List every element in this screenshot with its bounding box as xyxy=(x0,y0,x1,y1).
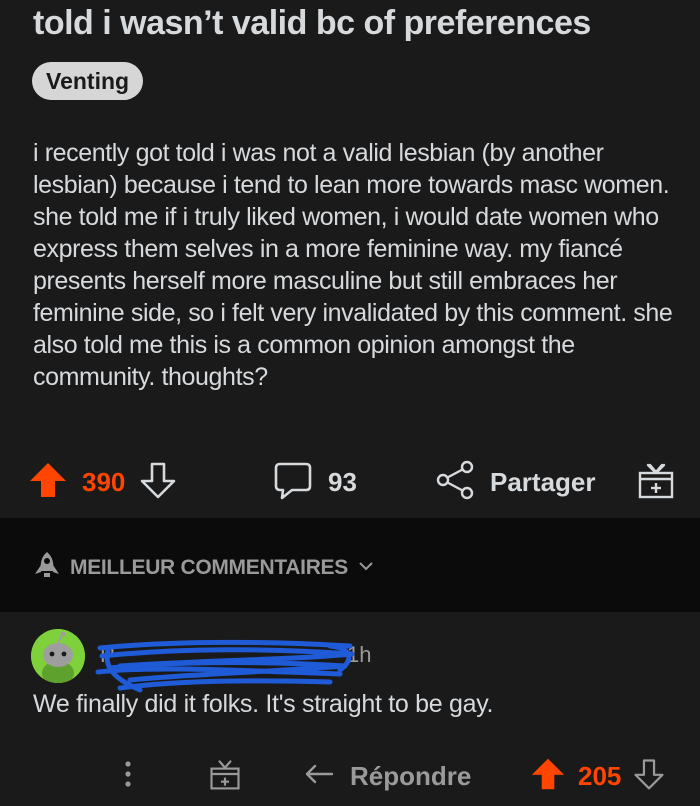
vertical-dots-icon xyxy=(116,754,140,799)
downvote-arrow-icon[interactable] xyxy=(633,756,665,797)
post-title[interactable]: told i wasn’t valid bc of preferences xyxy=(33,4,591,43)
post-actions: 390 93 Partager xyxy=(0,456,700,508)
avatar[interactable] xyxy=(31,629,85,683)
share-button[interactable]: Partager xyxy=(434,456,596,508)
rocket-icon xyxy=(32,550,62,585)
post-vote-group: 390 xyxy=(28,456,177,508)
more-options-button[interactable] xyxy=(116,750,140,802)
comment-text: We finally did it folks. It's straight t… xyxy=(33,690,494,718)
comment-count: 93 xyxy=(328,466,357,497)
redaction-scribble xyxy=(95,639,355,693)
share-label: Partager xyxy=(490,466,596,497)
sort-dropdown[interactable]: MEILLEUR COMMENTAIRES xyxy=(32,550,374,585)
gift-icon xyxy=(207,756,243,797)
upvote-arrow-icon[interactable] xyxy=(28,460,68,505)
gift-icon xyxy=(636,460,676,505)
post-body: i recently got told i was not a valid le… xyxy=(33,139,673,391)
upvote-arrow-icon[interactable] xyxy=(530,756,566,797)
sort-label: MEILLEUR COMMENTAIRES xyxy=(70,555,348,579)
comment: P 1h We finally did it folks. It's strai… xyxy=(0,612,700,806)
reply-label: Répondre xyxy=(350,760,472,791)
reply-arrow-icon xyxy=(302,758,336,795)
post-flair[interactable]: Venting xyxy=(32,62,144,100)
comment-vote-count: 205 xyxy=(578,760,622,791)
speech-bubble-icon xyxy=(272,459,314,506)
downvote-arrow-icon[interactable] xyxy=(139,460,177,505)
chevron-down-icon xyxy=(358,559,374,577)
post: told i wasn’t valid bc of preferences Ve… xyxy=(0,0,700,518)
reply-button[interactable]: Répondre xyxy=(302,750,471,802)
post-vote-count: 390 xyxy=(82,466,126,497)
comment-award-button[interactable] xyxy=(207,750,243,802)
comment-actions: Répondre 205 xyxy=(0,750,700,802)
share-nodes-icon xyxy=(434,458,478,507)
comment-vote-group: 205 xyxy=(530,750,665,802)
award-button[interactable] xyxy=(636,456,676,508)
comments-button[interactable]: 93 xyxy=(272,456,357,508)
comment-sort-bar: MEILLEUR COMMENTAIRES xyxy=(0,518,700,612)
